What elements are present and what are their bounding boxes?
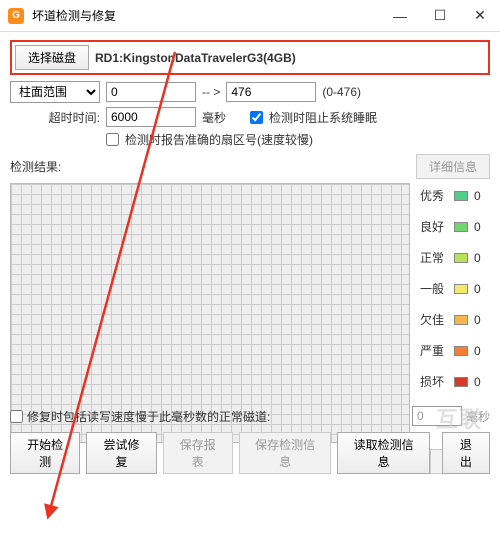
legend-label: 损坏 [420, 373, 448, 390]
app-icon: G [8, 8, 24, 24]
legend-count: 0 [474, 251, 481, 265]
repair-slow-checkbox[interactable] [10, 410, 23, 423]
legend-label: 正常 [420, 249, 448, 266]
watermark: 互联 [436, 402, 482, 434]
select-disk-button[interactable]: 选择磁盘 [15, 45, 89, 70]
detail-button[interactable]: 详细信息 [416, 154, 490, 179]
timeout-input[interactable] [106, 107, 196, 127]
legend-swatch [454, 346, 468, 356]
save-info-button[interactable]: 保存检测信息 [239, 432, 331, 474]
cylinder-start-input[interactable] [106, 82, 196, 102]
repair-slow-label: 修复时包括读写速度慢于此毫秒数的正常磁道: [27, 408, 270, 425]
cylinder-end-input[interactable] [226, 82, 316, 102]
minimize-button[interactable]: — [380, 0, 420, 32]
load-info-button[interactable]: 读取检测信息 [337, 432, 429, 474]
legend-count: 0 [474, 344, 481, 358]
legend-item: 严重 0 [420, 342, 481, 359]
legend-item: 损坏 0 [420, 373, 481, 390]
window-title: 坏道检测与修复 [32, 7, 380, 24]
save-report-button[interactable]: 保存报表 [163, 432, 233, 474]
selected-disk-label: RD1:KingstonDataTravelerG3(4GB) [95, 51, 296, 65]
legend-label: 良好 [420, 218, 448, 235]
disk-selection-row: 选择磁盘 RD1:KingstonDataTravelerG3(4GB) [10, 40, 490, 75]
legend-item: 欠佳 0 [420, 311, 481, 328]
cylinder-range-label: (0-476) [322, 85, 361, 99]
timeout-unit: 毫秒 [202, 109, 226, 126]
timeout-label: 超时时间: [10, 109, 100, 126]
legend-count: 0 [474, 282, 481, 296]
legend-item: 正常 0 [420, 249, 481, 266]
legend-label: 欠佳 [420, 311, 448, 328]
cylinder-range-dropdown[interactable]: 柱面范围 [10, 81, 100, 103]
block-sleep-checkbox[interactable] [250, 111, 263, 124]
legend-swatch [454, 222, 468, 232]
legend-swatch [454, 253, 468, 263]
block-sleep-label: 检测时阻止系统睡眠 [269, 109, 377, 126]
legend-swatch [454, 315, 468, 325]
legend-label: 严重 [420, 342, 448, 359]
legend-count: 0 [474, 220, 481, 234]
legend-count: 0 [474, 189, 481, 203]
result-grid [10, 183, 410, 443]
maximize-button[interactable]: ☐ [420, 0, 460, 32]
legend-swatch [454, 191, 468, 201]
close-button[interactable]: ✕ [460, 0, 500, 32]
legend-count: 0 [474, 375, 481, 389]
arrow-label: -- > [202, 85, 220, 99]
try-repair-button[interactable]: 尝试修复 [86, 432, 156, 474]
results-label: 检测结果: [10, 158, 61, 175]
legend-count: 0 [474, 313, 481, 327]
legend-swatch [454, 377, 468, 387]
legend-item: 一般 0 [420, 280, 481, 297]
legend-label: 一般 [420, 280, 448, 297]
accurate-sector-checkbox[interactable] [106, 133, 119, 146]
start-scan-button[interactable]: 开始检测 [10, 432, 80, 474]
accurate-sector-label: 检测时报告准确的扇区号(速度较慢) [125, 131, 313, 148]
legend-label: 优秀 [420, 187, 448, 204]
legend-swatch [454, 284, 468, 294]
exit-button[interactable]: 退出 [442, 432, 490, 474]
legend-item: 优秀 0 [420, 187, 481, 204]
legend-item: 良好 0 [420, 218, 481, 235]
